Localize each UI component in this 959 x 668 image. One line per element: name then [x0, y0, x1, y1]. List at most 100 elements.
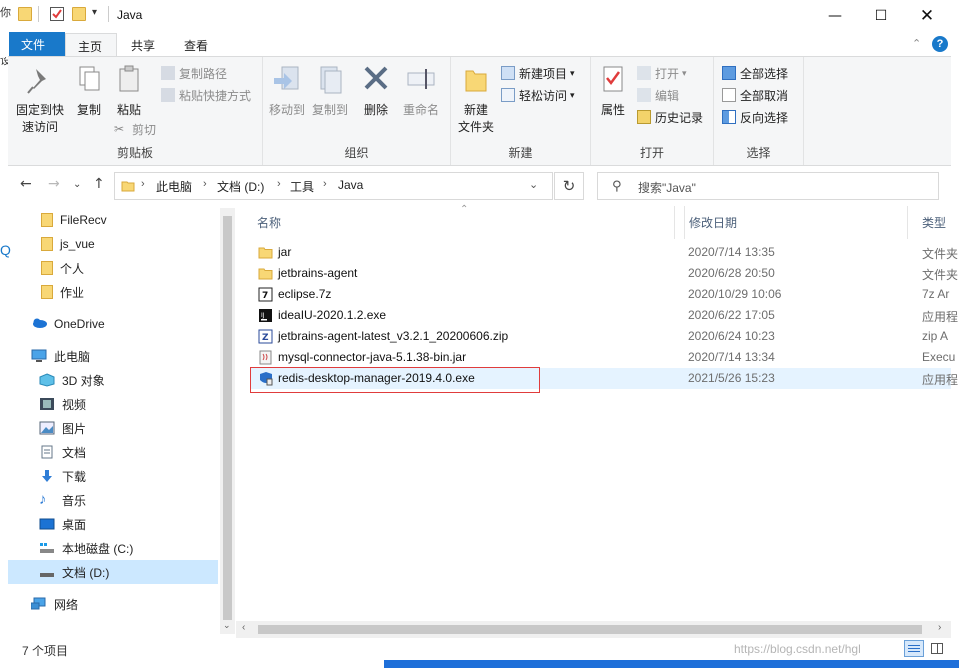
search-box[interactable]: ⚲ 搜索"Java" [597, 172, 939, 200]
breadcrumb-tools[interactable]: 工具 [290, 178, 314, 195]
nav-item-js-vue[interactable]: js_vue [8, 232, 218, 256]
folder-icon [41, 213, 53, 227]
new-folder-icon [465, 70, 487, 92]
refresh-button[interactable]: ↻ [554, 172, 584, 200]
history-icon [637, 110, 651, 124]
organize-group: 移动到 复制到 删除 重命名 组织 [263, 57, 451, 165]
open-button[interactable]: 打开 ▾ [637, 63, 687, 83]
pin-quick-access-button[interactable]: 固定到快 速访问 [12, 63, 68, 136]
file-row[interactable]: jetbrains-agent 2020/6/28 20:50 文件夹 [250, 263, 958, 284]
nav-item-desktop[interactable]: 桌面 [8, 512, 218, 536]
cut-button[interactable]: ✂ 剪切 [114, 119, 156, 139]
video-icon [39, 397, 55, 411]
column-header-name[interactable]: 名称 [243, 206, 685, 239]
scroll-right-icon[interactable]: › [938, 622, 941, 633]
scissors-icon: ✂ [114, 122, 125, 136]
copy-button[interactable]: 复制 [72, 63, 106, 119]
invert-selection-button[interactable]: 反向选择 [722, 107, 788, 127]
archive-7z-icon: 7 [258, 287, 273, 302]
new-item-button[interactable]: 新建项目 ▾ [501, 63, 575, 83]
scrollbar-thumb[interactable] [258, 625, 922, 634]
select-all-button[interactable]: 全部选择 [722, 63, 788, 83]
back-button[interactable]: ← [20, 176, 32, 192]
folder-icon [18, 7, 32, 21]
customize-toolbar-chevron-icon[interactable]: ▾ [92, 7, 97, 18]
nav-item-homework[interactable]: 作业 [8, 280, 218, 304]
nav-item-drive-d[interactable]: 文档 (D:) [8, 560, 218, 584]
address-bar[interactable]: › 此电脑 › 文档 (D:) › 工具 › Java ⌄ [114, 172, 553, 200]
large-icons-view-button[interactable] [928, 640, 946, 657]
properties-button[interactable]: 属性 [595, 63, 631, 119]
tab-home[interactable]: 主页 [65, 33, 117, 58]
nav-item-filerecv[interactable]: FileRecv [8, 208, 218, 232]
tab-share[interactable]: 共享 [119, 33, 167, 57]
cloud-icon [31, 317, 47, 331]
collapse-ribbon-icon[interactable]: ⌃ [912, 37, 921, 50]
column-header-date[interactable]: 修改日期 [674, 206, 908, 239]
close-button[interactable]: ✕ [904, 0, 950, 31]
file-row[interactable]: Z jetbrains-agent-latest_v3.2.1_20200606… [250, 326, 951, 347]
copy-to-button[interactable]: 复制到 [310, 63, 350, 119]
nav-item-documents[interactable]: 文档 [8, 440, 218, 464]
column-header-type[interactable]: 类型 [908, 206, 959, 239]
file-row[interactable]: jar 2020/7/14 13:35 文件夹 [250, 242, 958, 263]
easy-access-button[interactable]: 轻松访问 ▾ [501, 85, 575, 105]
move-to-button[interactable]: 移动到 [267, 63, 307, 119]
new-folder-button[interactable]: 新建 文件夹 [455, 63, 497, 136]
scroll-down-icon[interactable]: ⌄ [223, 620, 231, 631]
file-row[interactable]: IJ ideaIU-2020.1.2.exe 2020/6/22 17:05 应… [250, 305, 958, 326]
breadcrumb-java[interactable]: Java [338, 178, 363, 192]
recent-locations-chevron-icon[interactable]: ⌄ [73, 179, 81, 190]
properties-check-icon[interactable] [50, 7, 64, 21]
status-bar: 7 个项目 https://blog.csdn.net/hgl [8, 638, 951, 660]
svg-text:7: 7 [262, 291, 268, 301]
breadcrumb-separator: › [141, 178, 145, 190]
folder-icon [41, 285, 53, 299]
tab-file[interactable]: 文件 [9, 32, 65, 56]
folder-icon [121, 179, 135, 193]
edit-icon [637, 88, 651, 102]
maximize-button[interactable]: ☐ [858, 0, 904, 31]
paste-button[interactable]: 粘贴 [112, 63, 146, 119]
nav-item-network[interactable]: 网络 [8, 592, 218, 616]
jar-icon [259, 350, 272, 365]
nav-item-pictures[interactable]: 图片 [8, 416, 218, 440]
tab-view[interactable]: 查看 [172, 33, 220, 57]
nav-item-downloads[interactable]: 下载 [8, 464, 218, 488]
file-row[interactable]: 7 eclipse.7z 2020/10/29 10:06 7z Ar [250, 284, 951, 305]
history-button[interactable]: 历史记录 [637, 107, 703, 127]
highlight-box [250, 367, 540, 393]
nav-item-local-disk-c[interactable]: 本地磁盘 (C:) [8, 536, 218, 560]
copy-path-icon [161, 66, 175, 80]
minimize-button[interactable]: — [812, 0, 858, 31]
forward-button[interactable]: → [48, 176, 60, 192]
scrollbar-thumb[interactable] [223, 216, 232, 620]
nav-item-this-pc[interactable]: 此电脑 [8, 344, 218, 368]
copy-path-button[interactable]: 复制路径 [161, 63, 227, 83]
nav-pane-scrollbar[interactable]: ⌄ [220, 208, 235, 634]
breadcrumb-this-pc[interactable]: 此电脑 [156, 178, 192, 195]
address-history-chevron-icon[interactable]: ⌄ [529, 178, 538, 191]
nav-item-3d-objects[interactable]: 3D 对象 [8, 368, 218, 392]
help-icon[interactable]: ? [932, 36, 948, 52]
nav-item-onedrive[interactable]: OneDrive [8, 312, 218, 336]
scroll-left-icon[interactable]: ‹ [242, 622, 245, 633]
nav-item-music[interactable]: ♪ 音乐 [8, 488, 218, 512]
open-group-label: 打开 [639, 146, 664, 160]
delete-button[interactable]: 删除 [361, 63, 391, 119]
details-view-button[interactable] [904, 640, 924, 657]
new-folder-icon[interactable] [72, 7, 86, 21]
file-list: ⌃ 名称 修改日期 类型 jar 2020/7/14 13:35 文件夹 jet… [236, 204, 958, 621]
up-button[interactable]: ↑ [93, 176, 105, 192]
folder-icon [258, 247, 273, 259]
rename-button[interactable]: 重命名 [399, 63, 443, 119]
new-group: 新建 文件夹 新建项目 ▾ 轻松访问 ▾ 新建 [451, 57, 591, 165]
nav-item-personal[interactable]: 个人 [8, 256, 218, 280]
paste-shortcut-button[interactable]: 粘贴快捷方式 [161, 85, 251, 105]
edit-button[interactable]: 编辑 [637, 85, 679, 105]
breadcrumb-drive-d[interactable]: 文档 (D:) [217, 178, 264, 195]
file-row[interactable]: mysql-connector-java-5.1.38-bin.jar 2020… [250, 347, 955, 368]
horizontal-scrollbar[interactable]: ‹ › [236, 621, 951, 638]
select-none-button[interactable]: 全部取消 [722, 85, 788, 105]
nav-item-videos[interactable]: 视频 [8, 392, 218, 416]
